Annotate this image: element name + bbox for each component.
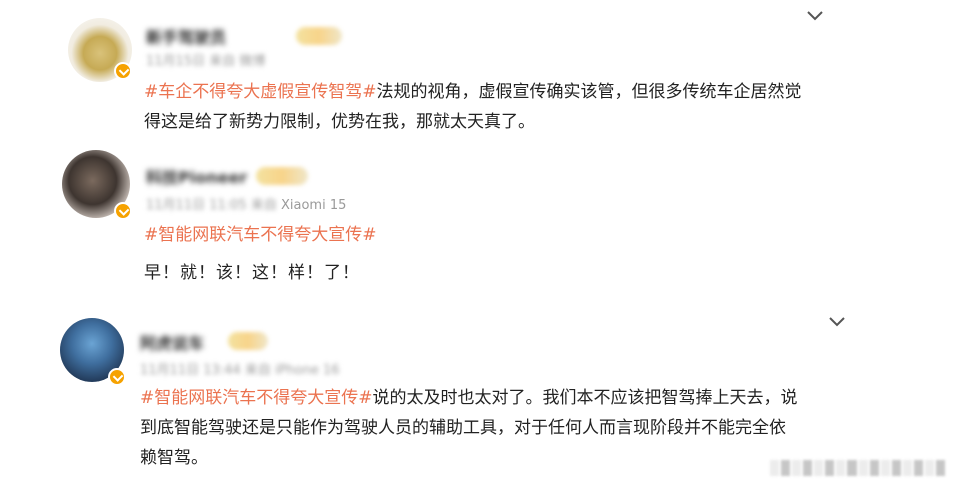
username[interactable]: 阿虎说车 [140,330,204,354]
post-content: #车企不得夸大虚假宣传智驾#法规的视角，虚假宣传确实该管，但很多传统车企居然觉 … [144,77,844,137]
chevron-down-icon[interactable] [828,316,846,328]
hashtag-link[interactable]: #智能网联汽车不得夸大宣传# [144,220,844,250]
post-text: 法规的视角，虚假宣传确实该管，但很多传统车企居然觉 [376,82,802,102]
post-content: #智能网联汽车不得夸大宣传# 早！就！该！这！样！了！ [144,220,844,288]
username[interactable]: 新手驾驶员 [146,24,226,48]
post-text: 赖智驾。 [140,448,208,468]
post-meta: 11月11日 11:05 来自 Xiaomi 15 [146,198,347,213]
device-name: Xiaomi 15 [280,198,347,213]
post-meta: 11月11日 13:44 来自 iPhone 16 [140,363,340,378]
post-text: 到底智能驾驶还是只能作为驾驶人员的辅助工具，对于任何人而言现阶段并不能完全依 [140,418,786,438]
watermark-bar [770,460,945,476]
hashtag-link[interactable]: #车企不得夸大虚假宣传智驾# [144,82,377,102]
user-tag-badge [228,332,268,350]
post-1: 新手驾驶员 11月15日 来自 微博 #车企不得夸大虚假宣传智驾#法规的视角，虚… [0,0,954,140]
username[interactable]: 科技Pioneer [146,164,247,188]
hashtag-link[interactable]: #智能网联汽车不得夸大宣传# [140,388,373,408]
post-content: #智能网联汽车不得夸大宣传#说的太及时也太对了。我们本不应该把智驾捧上天去，说 … [140,383,850,473]
post-text: 得这是给了新势力限制，优势在我，那就太天真了。 [144,112,535,132]
post-text: 说的太及时也太对了。我们本不应该把智驾捧上天去，说 [372,388,798,408]
verified-badge-icon [114,202,132,220]
post-meta: 11月15日 来自 微博 [146,54,266,69]
user-tag-badge [256,167,308,185]
verified-badge-icon [108,368,126,386]
user-tag-badge [296,27,342,45]
verified-badge-icon [114,62,132,80]
chevron-down-icon[interactable] [806,10,824,22]
post-text: 早！就！该！这！样！了！ [144,263,360,283]
